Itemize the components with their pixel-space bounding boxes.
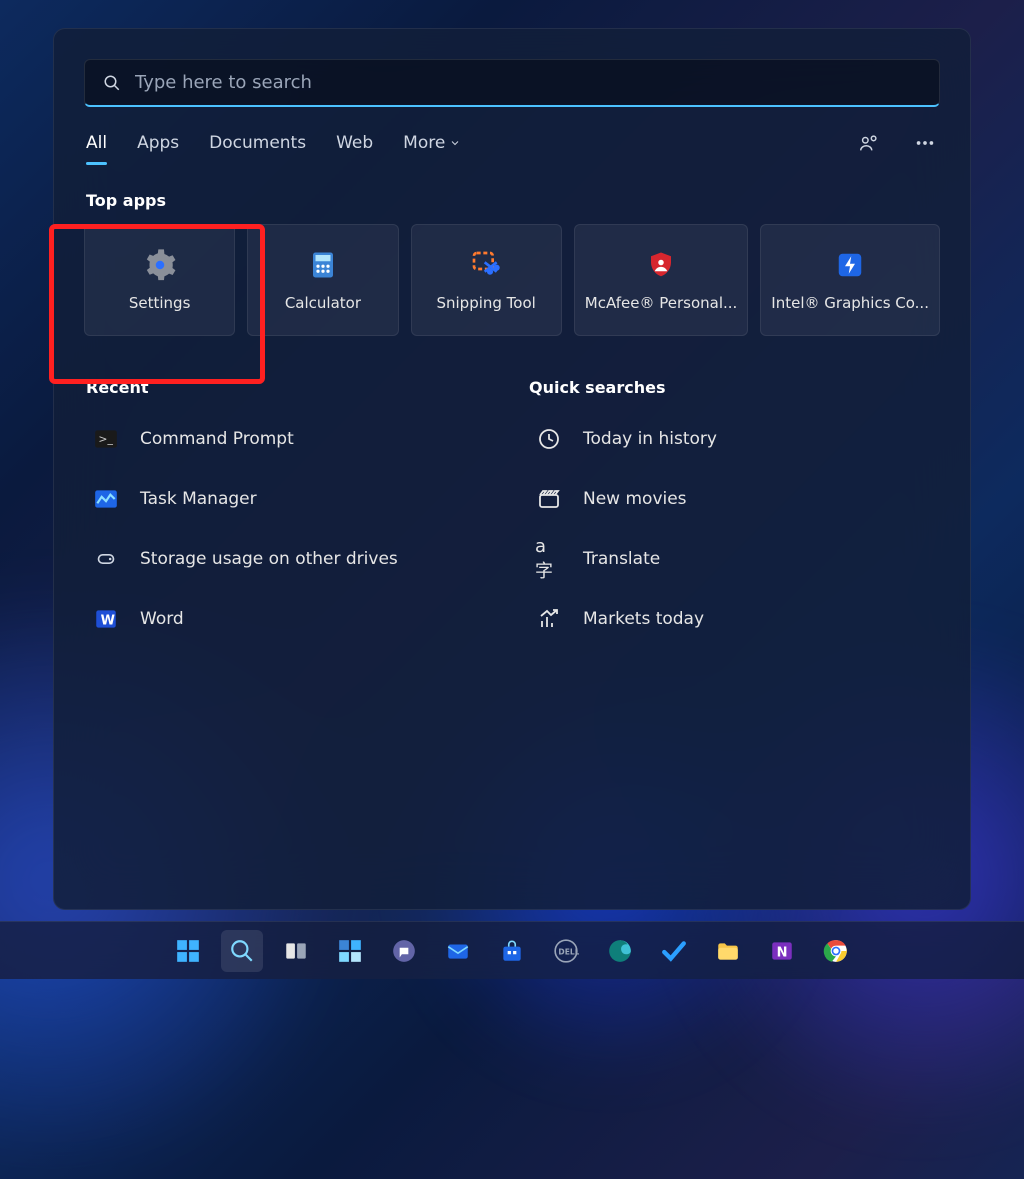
taskbar-explorer-button[interactable] (707, 930, 749, 972)
widgets-icon (337, 938, 363, 964)
search-bar[interactable] (84, 59, 940, 107)
taskbar-teams-button[interactable] (383, 930, 425, 972)
svg-text:>_: >_ (98, 432, 113, 445)
clapperboard-icon (535, 485, 563, 513)
store-icon (499, 938, 525, 964)
top-app-intel-graphics[interactable]: Intel® Graphics Co... (760, 224, 940, 336)
chevron-down-icon (449, 137, 461, 149)
list-item-label: Word (140, 609, 184, 629)
taskbar-edge-button[interactable] (599, 930, 641, 972)
gear-icon (143, 248, 177, 282)
recent-item-command-prompt[interactable]: >_ Command Prompt (84, 411, 497, 467)
tab-documents[interactable]: Documents (207, 125, 308, 161)
check-icon (661, 938, 687, 964)
mail-icon (445, 938, 471, 964)
top-app-calculator[interactable]: Calculator (247, 224, 398, 336)
quick-searches-list: Today in history New movies a字 Translate… (527, 411, 940, 647)
tab-more[interactable]: More (401, 125, 463, 161)
top-app-label: Calculator (285, 294, 361, 312)
quick-search-markets-today[interactable]: Markets today (527, 591, 940, 647)
top-apps-heading: Top apps (86, 191, 940, 210)
edge-icon (607, 938, 633, 964)
list-item-label: New movies (583, 489, 687, 509)
chat-icon (391, 938, 417, 964)
recent-item-word[interactable]: W Word (84, 591, 497, 647)
word-icon: W (92, 605, 120, 633)
windows-icon (175, 938, 201, 964)
task-view-icon (283, 938, 309, 964)
dell-icon: DELL (553, 938, 579, 964)
taskbar-store-button[interactable] (491, 930, 533, 972)
translate-icon: a字 (535, 545, 563, 573)
list-item-label: Task Manager (140, 489, 257, 509)
top-app-label: Settings (129, 294, 191, 312)
svg-text:N: N (777, 945, 788, 960)
search-icon (103, 74, 121, 92)
list-item-label: Markets today (583, 609, 704, 629)
shield-icon (644, 248, 678, 282)
calculator-icon (306, 248, 340, 282)
search-panel: All Apps Documents Web More Top apps Set… (53, 28, 971, 910)
top-app-mcafee[interactable]: McAfee® Personal... (574, 224, 749, 336)
taskbar-chrome-button[interactable] (815, 930, 857, 972)
top-app-settings[interactable]: Settings (84, 224, 235, 336)
ellipsis-icon (914, 132, 936, 154)
scissors-icon (469, 248, 503, 282)
list-item-label: Command Prompt (140, 429, 294, 449)
more-options-button[interactable] (910, 128, 940, 158)
chrome-icon (823, 938, 849, 964)
svg-text:DELL: DELL (558, 947, 579, 956)
people-icon (858, 132, 880, 154)
top-apps-grid: Settings Calculator Snipping Tool McAfee… (84, 224, 940, 336)
folder-icon (715, 938, 741, 964)
taskbar-todo-button[interactable] (653, 930, 695, 972)
taskbar-search-button[interactable] (221, 930, 263, 972)
tab-apps[interactable]: Apps (135, 125, 181, 161)
svg-text:W: W (101, 613, 115, 628)
trending-up-icon (535, 605, 563, 633)
quick-search-today-in-history[interactable]: Today in history (527, 411, 940, 467)
recent-heading: Recent (86, 378, 497, 397)
chart-icon (92, 485, 120, 513)
top-app-label: Intel® Graphics Co... (771, 294, 929, 312)
recent-item-task-manager[interactable]: Task Manager (84, 471, 497, 527)
taskbar-start-button[interactable] (167, 930, 209, 972)
drive-icon (92, 545, 120, 573)
filter-tabs: All Apps Documents Web More (84, 113, 940, 173)
quick-searches-heading: Quick searches (529, 378, 940, 397)
list-item-label: Translate (583, 549, 660, 569)
recent-item-storage-usage[interactable]: Storage usage on other drives (84, 531, 497, 587)
taskbar-dell-button[interactable]: DELL (545, 930, 587, 972)
taskbar-onenote-button[interactable]: N (761, 930, 803, 972)
list-item-label: Storage usage on other drives (140, 549, 398, 569)
top-app-label: McAfee® Personal... (585, 294, 738, 312)
tab-all[interactable]: All (84, 125, 109, 161)
quick-search-new-movies[interactable]: New movies (527, 471, 940, 527)
terminal-icon: >_ (92, 425, 120, 453)
search-input[interactable] (135, 72, 921, 93)
quick-search-translate[interactable]: a字 Translate (527, 531, 940, 587)
search-across-button[interactable] (854, 128, 884, 158)
recent-list: >_ Command Prompt Task Manager Storage u… (84, 411, 497, 647)
list-item-label: Today in history (583, 429, 717, 449)
lightning-icon (833, 248, 867, 282)
taskbar-mail-button[interactable] (437, 930, 479, 972)
top-app-label: Snipping Tool (436, 294, 535, 312)
clock-icon (535, 425, 563, 453)
tab-more-label: More (403, 133, 445, 153)
taskbar-widgets-button[interactable] (329, 930, 371, 972)
taskbar-task-view-button[interactable] (275, 930, 317, 972)
onenote-icon: N (769, 938, 795, 964)
taskbar: DELL N (0, 921, 1024, 979)
search-icon (229, 938, 255, 964)
tab-web[interactable]: Web (334, 125, 375, 161)
top-app-snipping-tool[interactable]: Snipping Tool (411, 224, 562, 336)
